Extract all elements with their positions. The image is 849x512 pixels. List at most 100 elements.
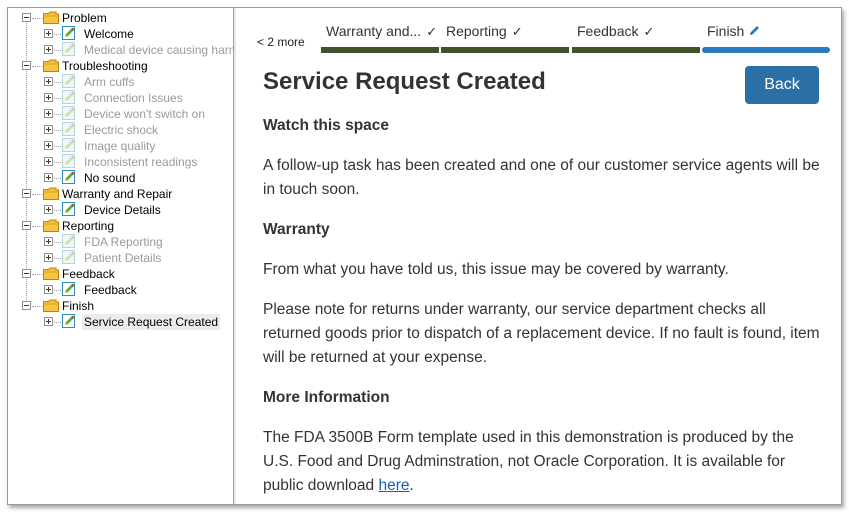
- expand-icon[interactable]: [44, 29, 53, 38]
- tree-item-medical-device-causing-harm[interactable]: Medical device causing harm: [8, 42, 239, 58]
- expand-icon[interactable]: [44, 173, 53, 182]
- page-edit-icon: [62, 122, 75, 136]
- page-edit-icon: [62, 250, 75, 264]
- page-edit-icon: [62, 138, 75, 152]
- page-body: Watch this space A follow-up task has be…: [263, 114, 823, 504]
- step-bar: [321, 47, 439, 53]
- tree-item-arm-cuffs[interactable]: Arm cuffs: [8, 74, 233, 90]
- tree-folder-warranty-and-repair[interactable]: Warranty and Repair: [8, 186, 233, 202]
- tree-item-image-quality[interactable]: Image quality: [8, 138, 233, 154]
- tree-item-electric-shock[interactable]: Electric shock: [8, 122, 233, 138]
- fda-end: .: [409, 477, 414, 494]
- step-feedback[interactable]: Feedback ✓: [572, 21, 700, 53]
- folder-icon: [43, 267, 59, 280]
- paragraph-covered: From what you have told us, this issue m…: [263, 261, 729, 278]
- expand-icon[interactable]: [44, 205, 53, 214]
- tree-folder-problem[interactable]: Problem: [8, 10, 233, 26]
- tree-label: Inconsistent readings: [84, 155, 198, 169]
- tree-label: Device Details: [84, 203, 161, 217]
- tree-folder-finish[interactable]: Finish: [8, 298, 233, 314]
- tree-connector: [54, 50, 61, 51]
- expand-icon[interactable]: [44, 157, 53, 166]
- tree-label: Device won't switch on: [84, 107, 206, 121]
- tree-item-welcome[interactable]: Welcome: [8, 26, 233, 42]
- folder-icon: [43, 59, 59, 72]
- expand-icon[interactable]: [44, 285, 53, 294]
- expand-icon[interactable]: [44, 109, 53, 118]
- here-link[interactable]: here: [378, 477, 409, 494]
- app-window: Problem Welcome Medical device causing har…: [7, 7, 842, 505]
- paragraph-fda: The FDA 3500B Form template used in this…: [263, 426, 823, 498]
- check-icon: ✓: [511, 24, 523, 39]
- expand-icon[interactable]: [44, 237, 53, 246]
- expand-icon[interactable]: [44, 141, 53, 150]
- check-icon: ✓: [426, 24, 438, 39]
- tree-connector: [32, 194, 42, 195]
- tree-connector: [32, 274, 42, 275]
- tree-item-feedback[interactable]: Feedback: [8, 282, 233, 298]
- step-warranty[interactable]: Warranty and... ✓: [321, 21, 439, 53]
- expand-icon[interactable]: [44, 93, 53, 102]
- collapse-icon[interactable]: [22, 61, 31, 70]
- step-label: Feedback ✓: [577, 23, 655, 39]
- folder-icon: [43, 11, 59, 24]
- page-edit-icon: [62, 154, 75, 168]
- tree-connector: [54, 82, 61, 83]
- tree-folder-feedback[interactable]: Feedback: [8, 266, 233, 282]
- pencil-icon: [750, 26, 760, 35]
- page-edit-icon: [62, 106, 75, 120]
- folder-icon: [43, 299, 59, 312]
- content-pane: < 2 more Warranty and... ✓ Reporting ✓ Fee…: [236, 8, 841, 504]
- folder-icon: [43, 187, 59, 200]
- tree-item-device-details[interactable]: Device Details: [8, 202, 233, 218]
- tree-label: Feedback: [84, 283, 137, 297]
- tree-connector: [54, 130, 61, 131]
- tree-label: Warranty and Repair: [62, 187, 173, 201]
- tree-label: Troubleshooting: [62, 59, 148, 73]
- tree-folder-reporting[interactable]: Reporting: [8, 218, 233, 234]
- expand-icon[interactable]: [44, 45, 53, 54]
- collapse-icon[interactable]: [22, 189, 31, 198]
- tree-item-no-sound[interactable]: No sound: [8, 170, 233, 186]
- tree-label: Reporting: [62, 219, 115, 233]
- tree-item-patient-details[interactable]: Patient Details: [8, 250, 233, 266]
- collapse-icon[interactable]: [22, 221, 31, 230]
- tree-item-fda-reporting[interactable]: FDA Reporting: [8, 234, 233, 250]
- tree-label: Connection Issues: [84, 91, 183, 105]
- tree-label: No sound: [84, 171, 136, 185]
- collapse-icon[interactable]: [22, 301, 31, 310]
- expand-icon[interactable]: [44, 77, 53, 86]
- tree-label: Welcome: [84, 27, 134, 41]
- tree-item-device-won-t-switch-on[interactable]: Device won't switch on: [8, 106, 233, 122]
- step-bar: [572, 47, 700, 53]
- page-edit-icon: [62, 170, 75, 184]
- back-button[interactable]: Back: [745, 66, 819, 104]
- tree-label: Finish: [62, 299, 95, 313]
- tree-label: Feedback: [62, 267, 115, 281]
- step-reporting[interactable]: Reporting ✓: [441, 21, 569, 53]
- tree-folder-troubleshooting[interactable]: Troubleshooting: [8, 58, 233, 74]
- tree-connector: [54, 290, 61, 291]
- tree-item-service-request-created[interactable]: Service Request Created: [8, 314, 233, 330]
- page-edit-icon: [62, 74, 75, 88]
- tree-connector: [32, 306, 42, 307]
- tree-item-connection-issues[interactable]: Connection Issues: [8, 90, 233, 106]
- collapse-icon[interactable]: [22, 13, 31, 22]
- page-edit-icon: [62, 202, 75, 216]
- tree-connector: [32, 226, 42, 227]
- tree-label: Patient Details: [84, 251, 162, 265]
- tree-label: Electric shock: [84, 123, 159, 137]
- more-steps-link[interactable]: < 2 more: [257, 35, 305, 49]
- expand-icon[interactable]: [44, 253, 53, 262]
- expand-icon[interactable]: [44, 125, 53, 134]
- expand-icon[interactable]: [44, 317, 53, 326]
- tree-label: Medical device causing harm: [84, 43, 239, 57]
- tree-connector: [54, 178, 61, 179]
- tree-connector: [54, 242, 61, 243]
- step-bar: [702, 47, 830, 53]
- check-icon: ✓: [643, 24, 655, 39]
- step-finish[interactable]: Finish: [702, 21, 830, 53]
- page-edit-icon: [62, 26, 75, 40]
- tree-item-inconsistent-readings[interactable]: Inconsistent readings: [8, 154, 233, 170]
- collapse-icon[interactable]: [22, 269, 31, 278]
